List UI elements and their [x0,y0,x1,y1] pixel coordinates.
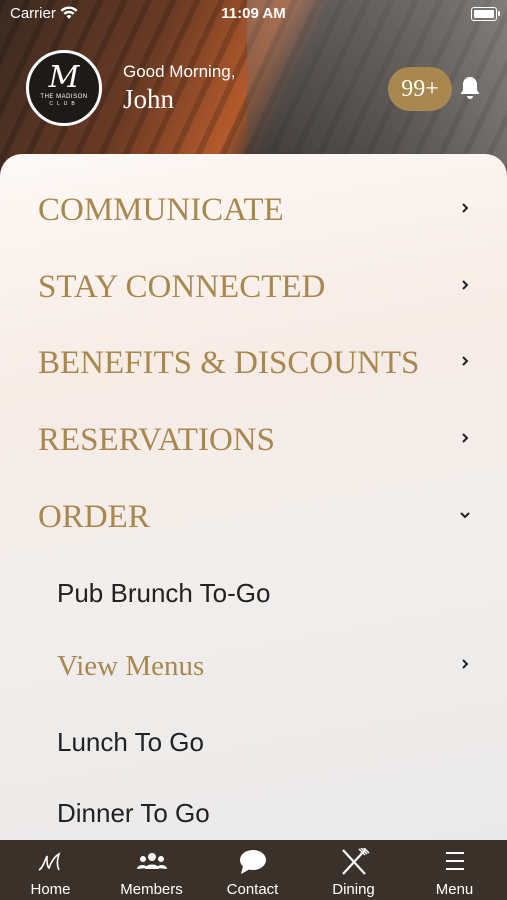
menu-item-stay-connected[interactable]: STAY CONNECTED [0,255,507,315]
chevron-right-icon [462,659,469,669]
submenu-item-label: View Menus [57,650,205,682]
menu-panel: COMMUNICATE STAY CONNECTED BENEFITS & DI… [0,154,507,854]
monogram-icon [38,852,60,871]
hamburger-icon [445,852,464,870]
tab-dining[interactable]: Dining [303,840,404,900]
status-bar: Carrier 11:09 AM [0,0,507,28]
chevron-right-icon [462,433,469,443]
chat-bubble-icon [239,850,266,874]
menu-item-label: BENEFITS & DISCOUNTS [38,345,420,381]
menu-item-label: ORDER [38,499,150,535]
status-time: 11:09 AM [221,5,286,22]
chevron-right-icon [462,356,469,366]
logo-club: CLUB [49,101,79,107]
submenu-item-pub-brunch[interactable]: Pub Brunch To-Go [0,566,507,616]
fork-knife-icon [341,848,370,875]
chevron-down-icon [460,512,470,519]
menu-item-reservations[interactable]: RESERVATIONS [0,408,507,468]
tab-home[interactable]: Home [0,840,101,900]
chevron-right-icon [462,280,469,290]
submenu-item-label: Lunch To Go [57,727,204,757]
greeting-text: Good Morning, [123,62,236,81]
logo-monogram: M [48,60,80,95]
submenu-item-label: Pub Brunch To-Go [57,578,271,608]
tab-label: Dining [332,881,375,898]
logo-name: THE MADISON [40,94,88,100]
menu-item-label: STAY CONNECTED [38,269,326,305]
submenu-item-lunch-to-go[interactable]: Lunch To Go [0,715,507,765]
menu-item-label: RESERVATIONS [38,422,275,458]
menu-item-order[interactable]: ORDER [0,485,507,545]
tab-bar: Home Members Contact Dining Menu [0,840,507,900]
tab-label: Members [120,881,183,898]
user-name: John [123,84,175,114]
tab-contact[interactable]: Contact [202,840,303,900]
chevron-right-icon [462,203,469,213]
tab-label: Home [30,881,71,898]
tab-menu[interactable]: Menu [404,840,505,900]
tab-label: Menu [435,881,474,898]
tab-label: Contact [226,881,279,898]
submenu-item-view-menus[interactable]: View Menus [0,640,507,690]
menu-item-label: COMMUNICATE [38,192,284,228]
menu-item-benefits-discounts[interactable]: BENEFITS & DISCOUNTS [0,331,507,391]
menu-item-communicate[interactable]: COMMUNICATE [0,178,507,238]
submenu-item-dinner-to-go[interactable]: Dinner To Go [0,786,507,836]
submenu-item-label: Dinner To Go [57,798,210,828]
club-logo[interactable]: M THE MADISON CLUB [26,50,102,126]
battery-icon [471,7,500,21]
members-icon [136,853,167,869]
tab-members[interactable]: Members [101,840,202,900]
bell-icon[interactable] [458,75,482,101]
notification-badge[interactable]: 99+ [388,67,452,111]
